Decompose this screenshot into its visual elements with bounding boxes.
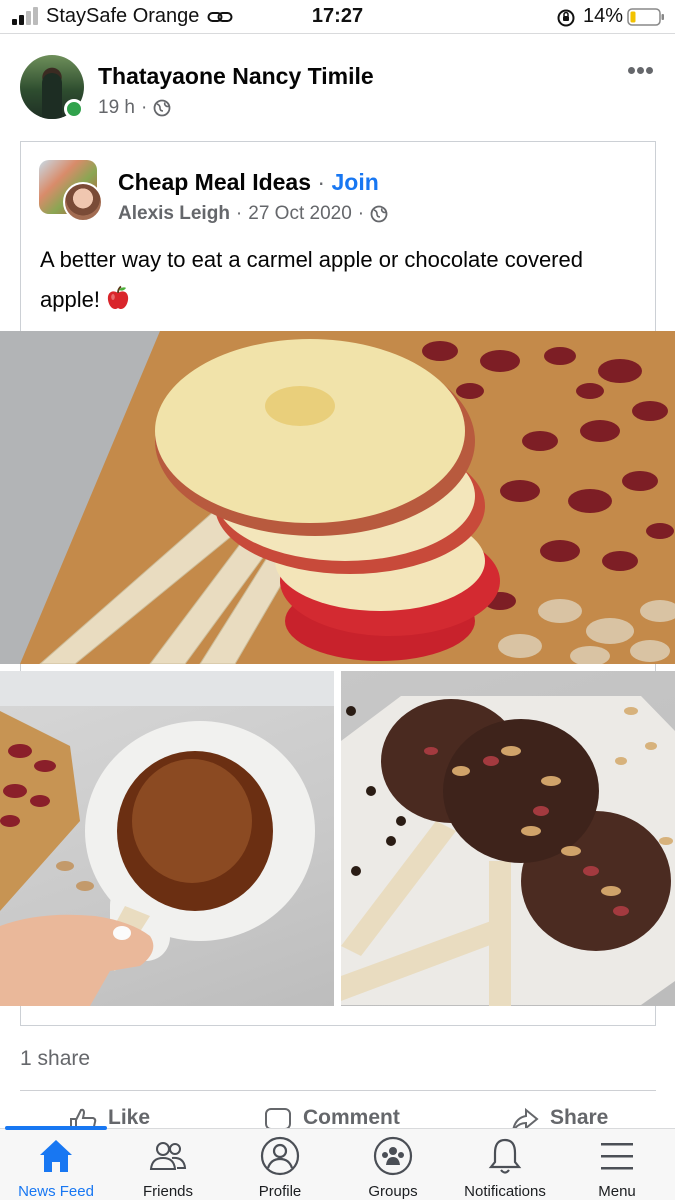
thumbs-up-icon: [70, 1108, 97, 1128]
post-meta: 19 h ·: [98, 97, 171, 119]
like-label: Like: [108, 1106, 151, 1128]
bottom-tab-bar: News Feed Friends Profile Groups Notific…: [0, 1126, 675, 1200]
tab-notifications[interactable]: Notifications: [445, 1135, 565, 1200]
comment-button[interactable]: Comment: [263, 1106, 400, 1128]
tab-label: News Feed: [18, 1183, 94, 1200]
tab-label: Menu: [598, 1183, 636, 1200]
bell-icon: [488, 1138, 522, 1174]
more-options-icon[interactable]: [622, 60, 658, 80]
tab-news-feed[interactable]: News Feed: [0, 1135, 116, 1200]
shared-author-name[interactable]: Alexis Leigh: [118, 203, 230, 225]
group-header: Cheap Meal Ideas · Join: [118, 169, 379, 196]
group-separator: ·: [317, 169, 326, 195]
globe-icon: [370, 205, 388, 223]
comment-icon: [265, 1108, 291, 1128]
post-photo-chocolate-apples[interactable]: [341, 671, 675, 1006]
battery-icon: [627, 8, 664, 26]
meta-separator: ·: [235, 203, 243, 224]
tab-label: Profile: [258, 1183, 302, 1200]
share-count[interactable]: 1 share: [20, 1047, 90, 1071]
home-icon: [40, 1140, 72, 1172]
divider: [20, 1090, 656, 1091]
post-time[interactable]: 19 h: [98, 97, 135, 119]
globe-icon: [153, 99, 171, 117]
post-photo-chocolate-dip[interactable]: [0, 671, 334, 1006]
tab-groups[interactable]: Groups: [333, 1135, 453, 1200]
tab-menu[interactable]: Menu: [557, 1135, 675, 1200]
status-bar: StaySafe Orange 17:27 14%: [0, 0, 675, 34]
like-button[interactable]: Like: [68, 1106, 150, 1128]
post-text: A better way to eat a carmel apple or ch…: [40, 240, 640, 320]
comment-label: Comment: [303, 1106, 400, 1128]
red-apple-icon: [107, 285, 129, 310]
join-group-link[interactable]: Join: [331, 169, 378, 195]
share-arrow-icon: [512, 1107, 539, 1128]
tab-label: Groups: [368, 1183, 418, 1200]
share-button[interactable]: Share: [510, 1106, 608, 1128]
shared-post-date[interactable]: 27 Oct 2020: [248, 203, 352, 225]
tab-label: Notifications: [464, 1183, 546, 1200]
share-label: Share: [550, 1106, 609, 1128]
group-avatar[interactable]: [39, 160, 103, 222]
tab-label: Friends: [142, 1183, 194, 1200]
groups-icon: [373, 1136, 413, 1176]
battery-percent: 14%: [583, 5, 624, 27]
meta-separator: ·: [140, 97, 148, 118]
active-tab-indicator: [5, 1126, 107, 1130]
post-photo-apple-slices[interactable]: [0, 331, 675, 664]
menu-icon: [601, 1143, 633, 1170]
chocolate-dip-illustration: [0, 671, 334, 1006]
apple-slices-illustration: [0, 331, 675, 664]
post-action-row: Like Comment Share: [0, 1106, 675, 1128]
post-author-name[interactable]: Thatayaone Nancy Timile: [98, 63, 374, 90]
tab-friends[interactable]: Friends: [108, 1135, 228, 1200]
online-status-indicator: [64, 99, 84, 119]
friends-icon: [149, 1142, 187, 1170]
chocolate-apples-illustration: [341, 696, 675, 1006]
rotation-lock-icon: [557, 9, 575, 27]
tab-profile[interactable]: Profile: [220, 1135, 340, 1200]
author-thumbnail: [63, 182, 103, 222]
meta-separator: ·: [357, 203, 365, 224]
shared-post-meta: Alexis Leigh · 27 Oct 2020 ·: [118, 203, 388, 225]
profile-icon: [260, 1136, 300, 1176]
group-name[interactable]: Cheap Meal Ideas: [118, 169, 311, 195]
